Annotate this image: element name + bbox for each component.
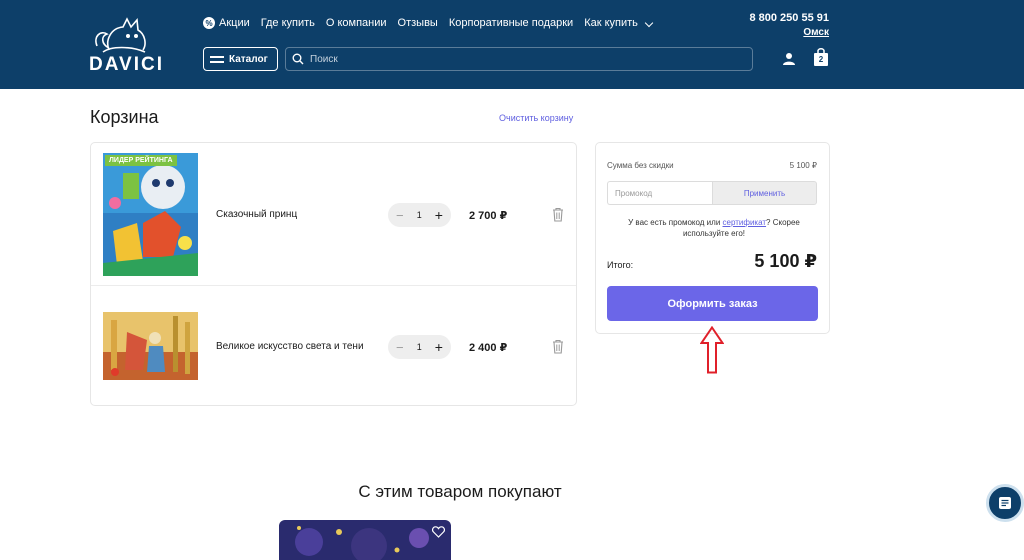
certificate-link[interactable]: сертификат	[723, 218, 767, 227]
increase-button[interactable]: +	[435, 207, 443, 223]
nav-item-label: Акции	[219, 17, 250, 29]
chat-icon	[999, 497, 1011, 509]
main-nav: % Акции Где купить О компании Отзывы Кор…	[203, 17, 663, 29]
decrease-button[interactable]: −	[396, 340, 404, 355]
arrow-up-icon	[699, 325, 725, 379]
recommended-product-card[interactable]	[279, 520, 451, 560]
subtotal-label: Сумма без скидки	[607, 161, 674, 170]
cart-item: ЛИДЕР РЕЙТИНГА Сказочный принц − 1 + 2 7…	[91, 143, 576, 286]
promo-code-input[interactable]: Промокод	[607, 181, 712, 205]
catalog-label: Каталог	[229, 53, 268, 65]
clear-cart-link[interactable]: Очистить корзину	[499, 113, 573, 123]
product-price: 2 700 ₽	[469, 210, 508, 222]
promo-hint: У вас есть промокод или сертификат? Скор…	[609, 217, 819, 239]
rating-leader-badge: ЛИДЕР РЕЙТИНГА	[105, 155, 177, 166]
search-input[interactable]	[310, 53, 730, 65]
nav-item-corporate-gifts[interactable]: Корпоративные подарки	[449, 17, 573, 29]
quantity-stepper: − 1 +	[388, 335, 451, 359]
chat-button[interactable]	[986, 484, 1024, 522]
recommendations-title: С этим товаром покупают	[358, 482, 562, 501]
order-summary: Сумма без скидки 5 100 ₽ Промокод Примен…	[595, 142, 830, 334]
total-label: Итого:	[607, 260, 634, 270]
phone-number[interactable]: 8 800 250 55 91	[730, 12, 829, 24]
catalog-button[interactable]: Каталог	[203, 47, 278, 71]
product-name[interactable]: Великое искусство света и тени	[216, 341, 364, 352]
product-price: 2 400 ₽	[469, 342, 508, 354]
percent-icon: %	[203, 17, 215, 29]
trash-icon[interactable]	[552, 339, 564, 359]
cart-item: Великое искусство света и тени − 1 + 2 4…	[91, 286, 576, 405]
cart-icon[interactable]: 2	[813, 47, 829, 72]
menu-icon	[210, 55, 224, 63]
nav-item-promo[interactable]: % Акции	[203, 17, 250, 29]
quantity-value: 1	[416, 342, 422, 352]
decrease-button[interactable]: −	[396, 208, 404, 223]
increase-button[interactable]: +	[435, 339, 443, 355]
cart-list: ЛИДЕР РЕЙТИНГА Сказочный принц − 1 + 2 7…	[90, 142, 577, 406]
page-title: Корзина	[90, 107, 159, 127]
nav-item-about[interactable]: О компании	[326, 17, 387, 29]
quantity-value: 1	[416, 210, 422, 220]
search-icon	[292, 53, 304, 65]
city-selector[interactable]: Омск	[730, 27, 829, 38]
hint-text: У вас есть промокод или	[628, 218, 723, 227]
total-value: 5 100 ₽	[754, 251, 817, 271]
product-name[interactable]: Сказочный принц	[216, 209, 297, 220]
product-image[interactable]	[103, 312, 198, 380]
subtotal-value: 5 100 ₽	[789, 161, 817, 170]
nav-item-how-to-buy[interactable]: Как купить	[584, 17, 654, 29]
site-header: DAVICI % Акции Где купить О компании Отз…	[0, 0, 1024, 89]
nav-item-label: Как купить	[584, 17, 638, 29]
apply-promo-button[interactable]: Применить	[712, 181, 817, 205]
heart-icon[interactable]	[432, 525, 445, 543]
cart-count-badge: 2	[818, 55, 824, 64]
logo-text: DAVICI	[89, 54, 164, 75]
nav-item-where-to-buy[interactable]: Где купить	[261, 17, 315, 29]
quantity-stepper: − 1 +	[388, 203, 451, 227]
search-bar[interactable]	[285, 47, 753, 71]
contact-block: 8 800 250 55 91 Омск	[730, 12, 829, 38]
product-image[interactable]: ЛИДЕР РЕЙТИНГА	[103, 153, 198, 276]
checkout-button[interactable]: Оформить заказ	[607, 286, 818, 321]
chevron-down-icon	[644, 18, 654, 28]
user-icon[interactable]	[782, 52, 796, 71]
nav-item-reviews[interactable]: Отзывы	[398, 17, 438, 29]
trash-icon[interactable]	[552, 207, 564, 227]
